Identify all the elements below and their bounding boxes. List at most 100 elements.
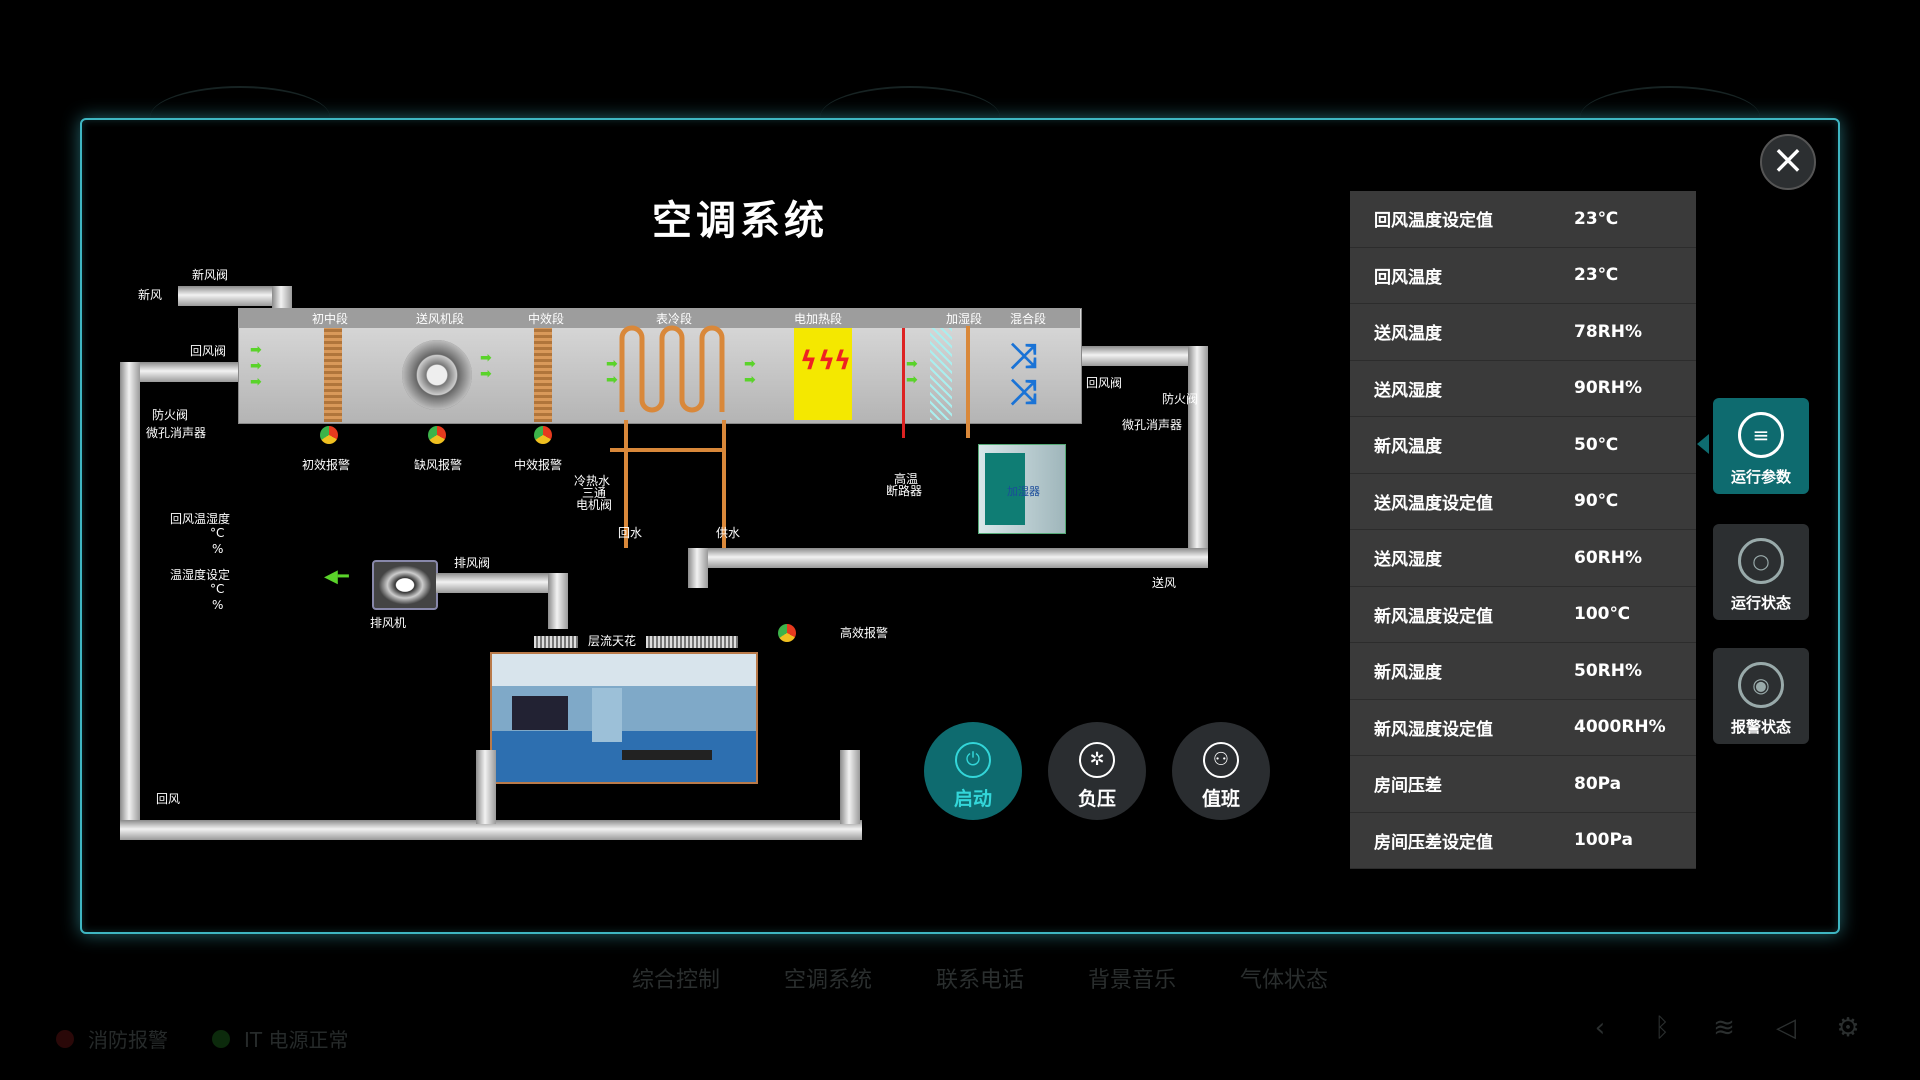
tab-run-status-label: 运行状态 bbox=[1730, 594, 1791, 612]
label-huifengfa-right: 回风阀 bbox=[1086, 376, 1123, 390]
fire-status-dot bbox=[56, 1029, 74, 1048]
status-bar: 消防报警 IT 电源正常 bbox=[56, 1024, 348, 1053]
on-duty-label: 值班 bbox=[1201, 788, 1240, 810]
param-row: 回风温度 23℃ bbox=[1350, 248, 1696, 304]
fire-status-label: 消防报警 bbox=[88, 1028, 168, 1052]
operating-table bbox=[622, 750, 712, 760]
primary-filter-gauge-icon bbox=[320, 426, 338, 444]
humidifier-pipe bbox=[966, 326, 970, 438]
label-chuzhong: 初中段 bbox=[312, 312, 349, 326]
negative-pressure-button[interactable]: ✲ 负压 bbox=[1048, 722, 1146, 820]
label-unit-c2: °C bbox=[210, 582, 225, 596]
gear-icon[interactable]: ⚙ bbox=[1832, 1012, 1864, 1044]
nav-item-qiti[interactable]: 气体状态 bbox=[1208, 962, 1360, 994]
airflow-arrow: ➡ ➡ bbox=[480, 350, 492, 382]
label-unit-c1: °C bbox=[210, 526, 225, 540]
laminar-ceiling-right bbox=[646, 636, 738, 648]
label-paifengfa: 排风阀 bbox=[454, 556, 491, 570]
param-name: 回风温度 bbox=[1374, 267, 1442, 288]
label-temp-set: 温湿度设定 bbox=[170, 568, 231, 582]
tab-run-status[interactable]: ○ 运行状态 bbox=[1713, 524, 1809, 620]
label-songfengji: 送风机段 bbox=[416, 312, 465, 326]
param-name: 房间压差设定值 bbox=[1374, 832, 1493, 853]
chevron-left-icon[interactable]: ‹ bbox=[1584, 1012, 1616, 1044]
nav-item-lianxi[interactable]: 联系电话 bbox=[904, 962, 1056, 994]
tab-alarm-status[interactable]: ◉ 报警状态 bbox=[1713, 648, 1809, 744]
label-unit-p2: % bbox=[212, 598, 224, 612]
airflow-arrow: ➡ ➡ ➡ bbox=[250, 342, 262, 390]
param-value: 78RH% bbox=[1574, 321, 1643, 342]
bluetooth-icon[interactable]: ᛒ bbox=[1646, 1012, 1678, 1044]
electric-heater: ϟϟϟ bbox=[794, 328, 852, 420]
param-value: 60RH% bbox=[1574, 547, 1643, 568]
return-pipe-left bbox=[120, 362, 140, 822]
laminar-ceiling-left bbox=[534, 636, 578, 648]
room-door bbox=[592, 688, 622, 742]
param-row: 送风温度 78RH% bbox=[1350, 304, 1696, 361]
exhaust-fan-icon bbox=[372, 560, 438, 610]
param-name: 回风温度设定值 bbox=[1374, 211, 1493, 232]
label-humidifier: 加湿器 bbox=[1007, 485, 1040, 498]
label-huifengfa-left: 回风阀 bbox=[190, 344, 227, 358]
label-weikong-right: 微孔消声器 bbox=[1122, 418, 1183, 432]
param-name: 新风温度设定值 bbox=[1374, 606, 1493, 627]
fan-icon: ✲ bbox=[1079, 742, 1115, 778]
label-songfeng: 送风 bbox=[1152, 576, 1177, 590]
supply-pipe-bottom bbox=[696, 548, 1208, 568]
nav-item-zonghe[interactable]: 综合控制 bbox=[600, 962, 752, 994]
start-button-label: 启动 bbox=[953, 788, 992, 810]
airflow-gauge-icon bbox=[428, 426, 446, 444]
label-xinfengfa: 新风阀 bbox=[192, 268, 229, 282]
param-value: 80Pa bbox=[1574, 773, 1622, 794]
supply-fan-icon bbox=[402, 340, 472, 410]
hepa-gauge-icon bbox=[778, 624, 796, 642]
label-paifengji: 排风机 bbox=[370, 616, 407, 630]
airflow-arrow: ➡ ➡ bbox=[906, 356, 918, 388]
supply-pipe-right bbox=[1188, 346, 1208, 556]
room-return-pipe-left bbox=[476, 750, 496, 824]
primary-filter bbox=[324, 328, 342, 422]
param-name: 送风湿度 bbox=[1374, 550, 1442, 571]
room-panel bbox=[512, 696, 568, 730]
param-value: 50℃ bbox=[1574, 434, 1619, 455]
label-fanghuofa-left: 防火阀 bbox=[152, 408, 189, 422]
label-cengliu: 层流天花 bbox=[588, 634, 637, 648]
cooling-coil bbox=[619, 325, 725, 413]
param-name: 送风温度 bbox=[1374, 324, 1442, 345]
param-row: 房间压差 80Pa bbox=[1350, 756, 1696, 813]
exhaust-pipe-down bbox=[548, 573, 568, 629]
label-unit-p1: % bbox=[212, 542, 224, 556]
nav-item-beijing[interactable]: 背景音乐 bbox=[1056, 962, 1208, 994]
user-settings-icon: ⚇ bbox=[1203, 742, 1239, 778]
start-button[interactable]: ⏻ 启动 bbox=[924, 722, 1022, 820]
tab-run-params[interactable]: ≡ 运行参数 bbox=[1713, 398, 1809, 494]
humidifier-spray bbox=[930, 328, 952, 420]
label-quefeng-alarm: 缺风报警 bbox=[414, 458, 463, 472]
label-hunhe: 混合段 bbox=[1010, 312, 1047, 326]
ring-icon: ○ bbox=[1738, 538, 1784, 584]
water-pipe-bypass bbox=[610, 448, 726, 452]
active-tab-pointer bbox=[1697, 434, 1709, 454]
bottom-nav: 综合控制 空调系统 联系电话 背景音乐 气体状态 bbox=[600, 962, 1360, 994]
label-huishui: 回水 bbox=[618, 526, 643, 540]
label-zhongxiao: 中效段 bbox=[528, 312, 565, 326]
close-button[interactable]: × bbox=[1760, 134, 1816, 190]
param-row: 新风湿度设定值 4000RH% bbox=[1350, 700, 1696, 756]
tab-run-params-label: 运行参数 bbox=[1730, 468, 1791, 486]
medium-filter-gauge-icon bbox=[534, 426, 552, 444]
system-tray: ‹ ᛒ ≋ ◁ ⚙ bbox=[1584, 1012, 1864, 1044]
list-cycle-icon: ≡ bbox=[1738, 412, 1784, 458]
label-jiashi: 加湿段 bbox=[946, 312, 983, 326]
param-row: 送风湿度 60RH% bbox=[1350, 530, 1696, 587]
nav-item-kongtiao[interactable]: 空调系统 bbox=[752, 962, 904, 994]
label-dianjifa: 电机阀 bbox=[576, 498, 613, 512]
label-xinfeng: 新风 bbox=[138, 288, 163, 302]
it-status-dot bbox=[212, 1029, 230, 1048]
room-return-pipe-right bbox=[840, 750, 860, 824]
param-value: 90℃ bbox=[1574, 491, 1619, 512]
on-duty-button[interactable]: ⚇ 值班 bbox=[1172, 722, 1270, 820]
label-gaoxiao-alarm: 高效报警 bbox=[840, 626, 889, 640]
return-pipe-top-left bbox=[124, 362, 240, 382]
volume-icon[interactable]: ◁ bbox=[1770, 1012, 1802, 1044]
wifi-icon[interactable]: ≋ bbox=[1708, 1012, 1740, 1044]
